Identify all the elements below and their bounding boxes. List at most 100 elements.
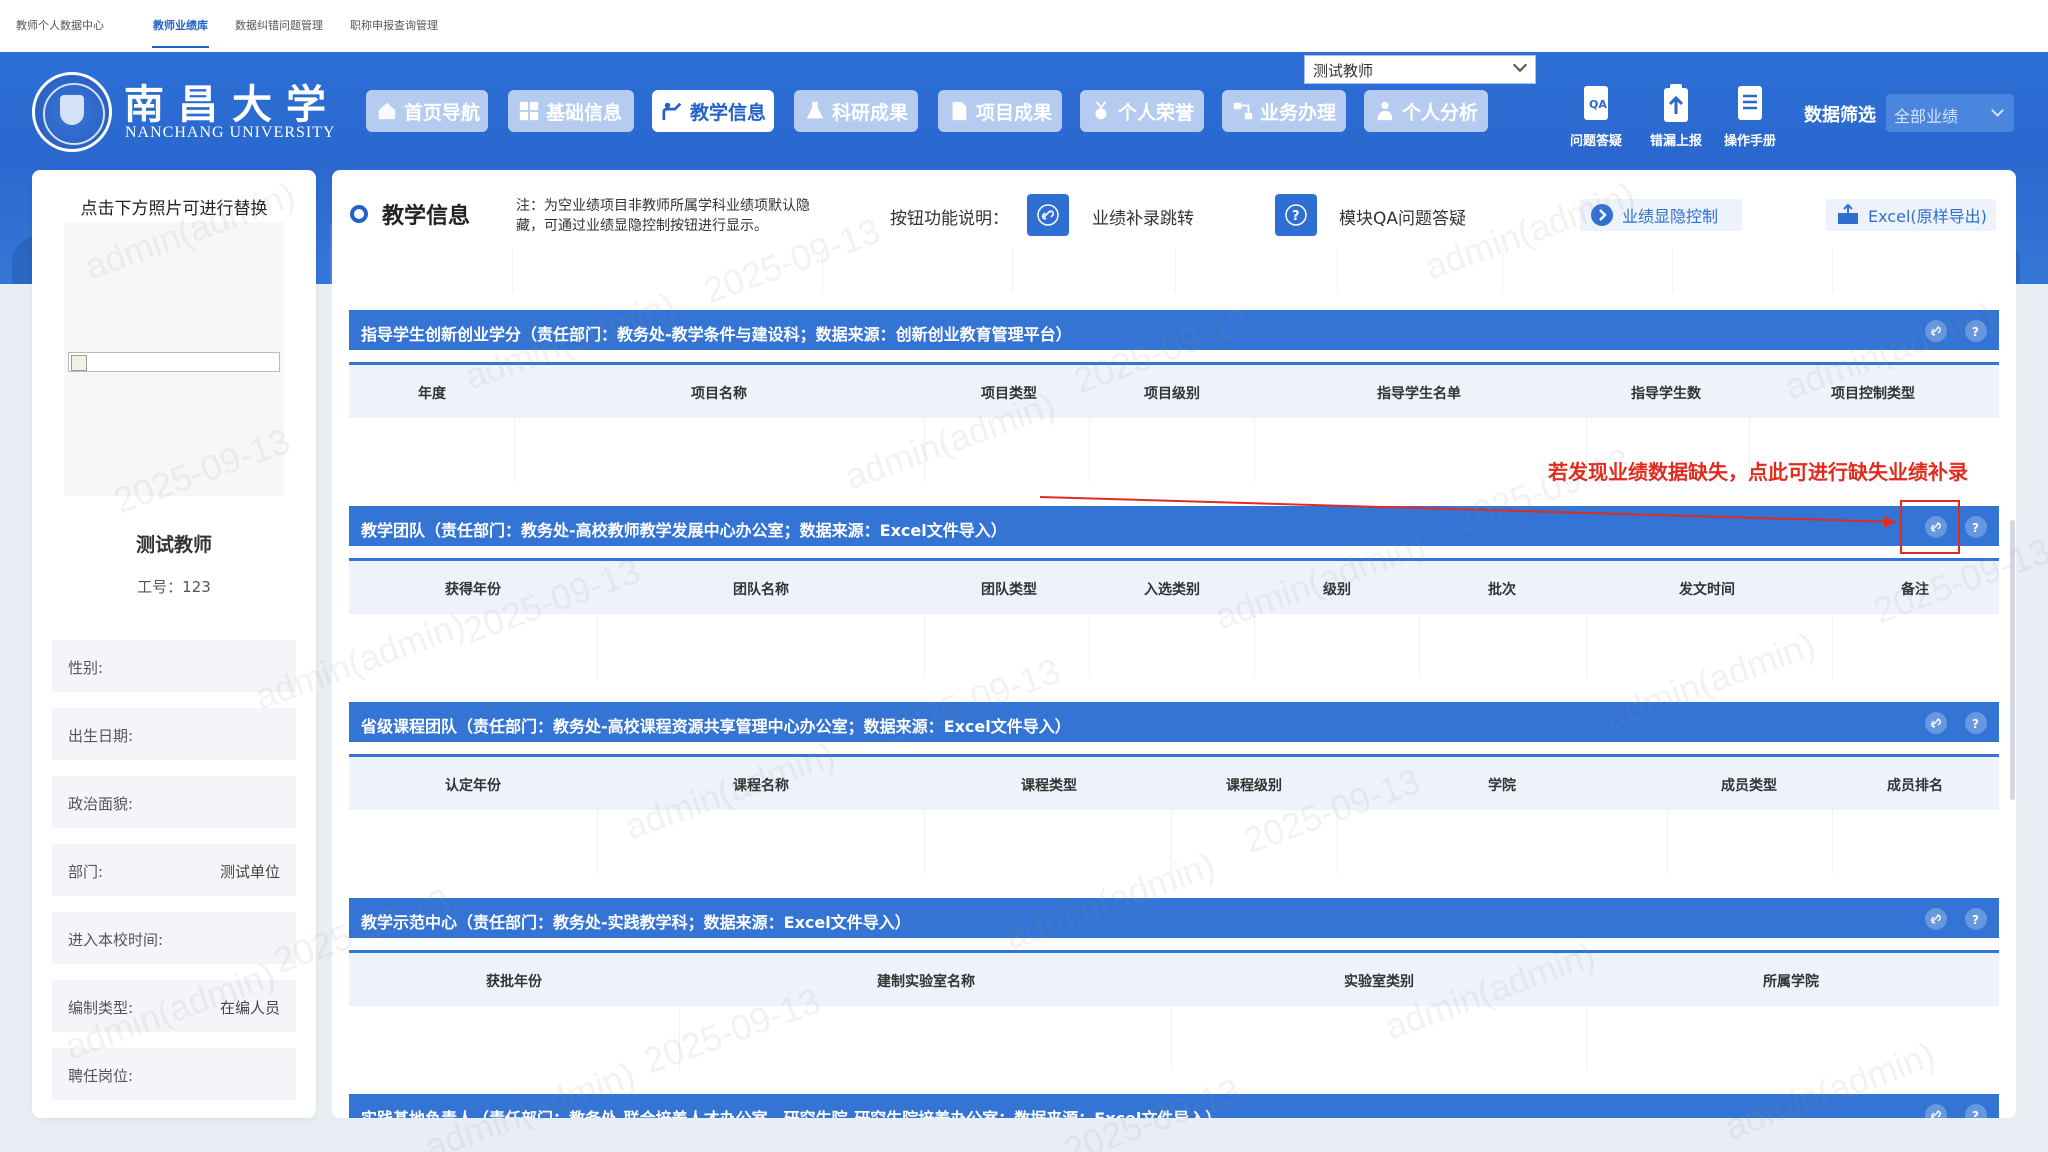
svg-text:?: ?	[1972, 521, 1979, 535]
block-header: 省级课程团队（责任部门：教务处-高校课程资源共享管理中心办公室；数据来源：Exc…	[349, 702, 1999, 742]
medal-icon	[1090, 100, 1112, 122]
flask-icon	[804, 100, 826, 122]
column-header: 认定年份	[445, 778, 501, 794]
home-icon	[376, 100, 398, 122]
section-title: 教学信息	[350, 198, 470, 230]
column-header: 成员类型	[1721, 778, 1777, 794]
nav-project-results[interactable]: 项目成果	[938, 90, 1062, 132]
note-text: 注：为空业绩项目非教师所属学科业绩项默认隐藏，可通过业绩显隐控制按钮进行显示。	[516, 198, 810, 234]
teacher-id: 工号：123	[137, 578, 211, 596]
info-row-position: 聘任岗位:	[52, 1048, 296, 1100]
photo-hint: 点击下方照片可进行替换	[80, 199, 268, 219]
block-title: 教学团队（责任部门：教务处-高校教师教学发展中心办公室；数据来源：Excel文件…	[361, 521, 1007, 540]
nav-teaching-info[interactable]: 教学信息	[652, 90, 774, 132]
nav-basic-info[interactable]: 基础信息	[508, 90, 634, 132]
link-icon[interactable]	[1925, 1104, 1947, 1118]
tool-report-error[interactable]: 错漏上报	[1641, 82, 1711, 149]
person-analysis-icon	[1374, 100, 1396, 122]
help-icon[interactable]: ?	[1965, 516, 1987, 538]
column-header: 发文时间	[1679, 582, 1735, 598]
svg-text:?: ?	[1972, 913, 1979, 927]
column-header: 获得年份	[445, 582, 501, 598]
table-header: 年度 项目名称 项目类型 项目级别 指导学生名单 指导学生数 项目控制类型	[349, 362, 1999, 418]
link-icon[interactable]	[1925, 908, 1947, 930]
university-seal-logo	[32, 72, 112, 152]
nav-personal-analysis-label: 个人分析	[1402, 101, 1479, 124]
tool-manual-label: 操作手册	[1723, 134, 1776, 149]
legend-link-text: 业绩补录跳转	[1092, 209, 1194, 229]
tool-qa-label: 问题答疑	[1569, 134, 1622, 149]
column-header: 备注	[1901, 582, 1929, 598]
help-icon[interactable]: ?	[1965, 320, 1987, 342]
info-label: 出生日期:	[68, 727, 134, 745]
svg-text:QA: QA	[1589, 98, 1607, 111]
column-header: 批次	[1488, 582, 1516, 598]
qa-icon: QA	[1578, 82, 1614, 126]
column-header: 级别	[1323, 582, 1351, 598]
info-row-gender: 性别:	[52, 640, 296, 692]
block-header: 实践基地负责人（责任部门：教务处-联合培养人才办公室、研究生院-研究生院培养办公…	[349, 1094, 1999, 1118]
info-label: 部门:	[68, 863, 104, 881]
column-header: 学院	[1488, 778, 1516, 794]
help-icon[interactable]: ?	[1965, 908, 1987, 930]
help-icon[interactable]: ?	[1965, 712, 1987, 734]
nav-business[interactable]: 业务办理	[1222, 90, 1346, 132]
nav-research-label: 科研成果	[832, 101, 909, 124]
teacher-name: 测试教师	[135, 534, 212, 556]
tool-qa[interactable]: QA 问题答疑	[1561, 82, 1631, 149]
visibility-control-button[interactable]: 业绩显隐控制	[1580, 199, 1742, 231]
nav-home-label: 首页导航	[404, 101, 481, 124]
info-value: 在编人员	[219, 999, 280, 1017]
data-filter-value: 全部业绩	[1894, 107, 1959, 126]
block-header: 指导学生创新创业学分（责任部门：教务处-教学条件与建设科；数据来源：创新创业教育…	[349, 310, 1999, 350]
arrow-circle-icon	[1591, 204, 1613, 226]
block-teaching-demo-center: 教学示范中心（责任部门：教务处-实践教学科；数据来源：Excel文件导入） ? …	[349, 898, 1999, 1070]
nav-personal-honors[interactable]: 个人荣誉	[1080, 90, 1204, 132]
export-icon	[1838, 203, 1858, 224]
scrollbar[interactable]	[2010, 520, 2015, 800]
excel-export-button[interactable]: Excel(原样导出)	[1826, 199, 1996, 231]
section-title-text: 教学信息	[382, 204, 471, 229]
block-teaching-team: 教学团队（责任部门：教务处-高校教师教学发展中心办公室；数据来源：Excel文件…	[349, 506, 1999, 678]
info-label: 聘任岗位:	[68, 1067, 134, 1085]
tool-manual[interactable]: 操作手册	[1715, 82, 1785, 149]
link-icon[interactable]	[1925, 712, 1947, 734]
svg-text:?: ?	[1292, 209, 1300, 224]
table-header: 认定年份 课程名称 课程类型 课程级别 学院 成员类型 成员排名	[349, 754, 1999, 810]
tab-performance-library[interactable]: 教师业绩库	[152, 17, 209, 48]
annotation-text: 若发现业绩数据缺失，点此可进行缺失业绩补录	[1548, 460, 1968, 484]
column-header: 成员排名	[1887, 778, 1943, 794]
nav-home[interactable]: 首页导航	[366, 90, 488, 132]
grid-icon	[518, 100, 540, 122]
profile-photo[interactable]	[68, 352, 280, 372]
button-legend-label: 按钮功能说明：	[890, 209, 1009, 229]
column-header: 课程级别	[1226, 778, 1282, 794]
link-icon[interactable]	[1925, 320, 1947, 342]
column-header: 获批年份	[486, 974, 542, 990]
help-icon[interactable]: ?	[1965, 1104, 1987, 1118]
svg-text:?: ?	[1972, 1109, 1979, 1118]
link-icon	[1027, 194, 1069, 236]
title-dot-icon	[350, 205, 368, 223]
tab-title-application[interactable]: 职称申报查询管理	[350, 17, 438, 33]
column-header: 课程名称	[733, 778, 789, 794]
info-row-department: 部门: 测试单位	[52, 844, 296, 896]
tool-report-error-label: 错漏上报	[1649, 134, 1702, 149]
nav-personal-analysis[interactable]: 个人分析	[1364, 90, 1488, 132]
block-provincial-course-team: 省级课程团队（责任部门：教务处-高校课程资源共享管理中心办公室；数据来源：Exc…	[349, 702, 1999, 874]
data-filter-select[interactable]: 全部业绩	[1886, 94, 2014, 132]
column-header: 实验室类别	[1344, 974, 1414, 990]
profile-card: 点击下方照片可进行替换 测试教师 工号：123 性别: 出生日期: 政治面貌: …	[32, 170, 316, 1118]
nav-research[interactable]: 科研成果	[794, 90, 918, 132]
tab-error-correction[interactable]: 数据纠错问题管理	[235, 17, 323, 33]
workflow-icon	[1232, 100, 1254, 122]
tab-personal-data-center[interactable]: 教师个人数据中心	[16, 17, 104, 33]
svg-text:?: ?	[1972, 325, 1979, 339]
teacher-select[interactable]: 测试教师	[1304, 55, 1536, 84]
column-header: 项目类型	[981, 386, 1037, 402]
column-header: 建制实验室名称	[877, 974, 975, 990]
table-body	[349, 810, 1999, 874]
visibility-control-label: 业绩显隐控制	[1622, 207, 1719, 226]
logo-english-name: NANCHANG UNIVERSITY	[125, 124, 336, 141]
column-header: 团队名称	[733, 582, 789, 598]
